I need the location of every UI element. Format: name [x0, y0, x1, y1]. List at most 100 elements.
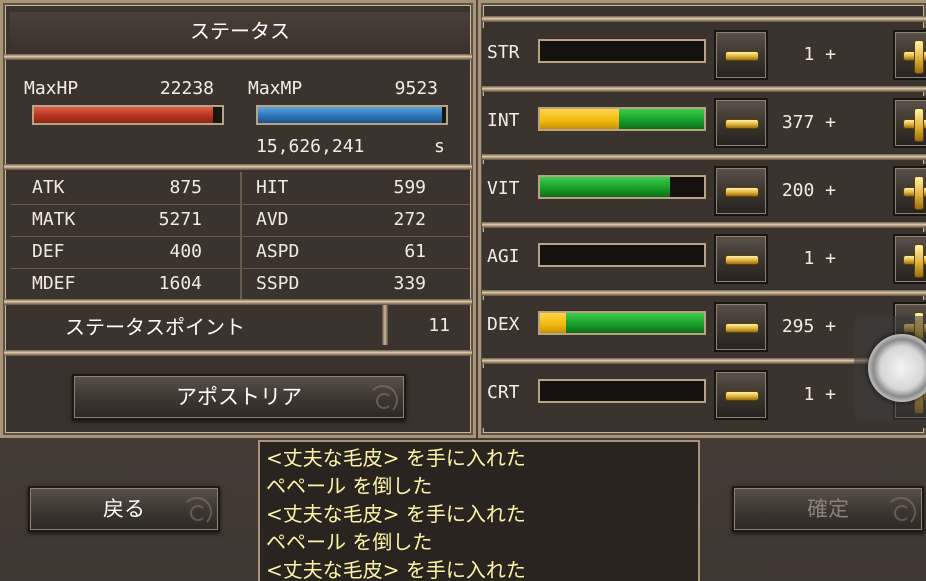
decrease-crt-button[interactable] — [714, 370, 768, 420]
attribute-bar-fill-green — [540, 177, 670, 197]
divider — [4, 350, 472, 356]
exp-value: 15,626,241 — [256, 136, 365, 157]
swirl-ornament-icon — [894, 505, 910, 521]
divider — [4, 54, 472, 60]
attribute-value: 1 + — [803, 44, 836, 65]
hp-bar — [32, 105, 224, 125]
exp-unit: s — [434, 136, 445, 157]
status-points-label: ステータスポイント — [65, 315, 245, 339]
stat-value: 61 — [404, 241, 426, 262]
attribute-value: 295 + — [781, 316, 836, 337]
back-button[interactable]: 戻る — [28, 486, 220, 532]
attribute-value: 377 + — [781, 112, 836, 133]
confirm-button[interactable]: 確定 — [732, 486, 924, 532]
divider — [482, 290, 926, 296]
increase-vit-button[interactable] — [893, 166, 926, 216]
minus-icon — [725, 255, 759, 265]
increase-int-button[interactable] — [893, 98, 926, 148]
plus-icon — [914, 176, 924, 210]
stat-label: MDEF — [32, 273, 76, 294]
mp-bar — [256, 105, 448, 125]
decrease-str-button[interactable] — [714, 30, 768, 80]
attribute-bar — [538, 39, 706, 63]
maxmp-label: MaxMP — [248, 78, 303, 99]
stat-value: 599 — [393, 177, 426, 198]
stat-label: AVD — [256, 209, 289, 230]
attribute-row-str: STR 1 + — [482, 28, 926, 88]
divider — [482, 86, 926, 92]
swirl-ornament-icon — [190, 505, 206, 521]
stat-value: 272 — [393, 209, 426, 230]
attribute-name: CRT — [487, 382, 520, 403]
attribute-row-vit: VIT 200 + — [482, 164, 926, 224]
divider — [482, 222, 926, 228]
attribute-bar-fill-green — [618, 109, 704, 129]
hp-bar-fill — [34, 107, 213, 123]
minus-icon — [725, 119, 759, 129]
minus-icon — [725, 51, 759, 61]
divider — [482, 16, 926, 22]
stats-grid: ATK 875 HIT 599 MATK 5271 AVD 272 DEF 40… — [10, 172, 470, 300]
stat-label: DEF — [32, 241, 65, 262]
maxhp-value: 22238 — [159, 78, 214, 99]
status-points: ステータスポイント 11 — [10, 305, 470, 345]
attribute-bar-fill-green — [566, 313, 704, 333]
attribute-bar-fill-yellow — [540, 313, 567, 333]
stat-label: HIT — [256, 177, 289, 198]
increase-str-button[interactable] — [893, 30, 926, 80]
minus-icon — [725, 187, 759, 197]
decrease-agi-button[interactable] — [714, 234, 768, 284]
status-screen: ステータス MaxHP 22238 MaxMP 9523 15,626,241 … — [0, 0, 926, 581]
stat-value: 5271 — [158, 209, 202, 230]
joystick-knob-icon[interactable] — [868, 334, 926, 402]
stat-value: 1604 — [158, 273, 202, 294]
message-log[interactable]: <丈夫な毛皮> を手に入れた ペペール を倒した <丈夫な毛皮> を手に入れた … — [258, 440, 700, 581]
minus-icon — [725, 323, 759, 333]
increase-agi-button[interactable] — [893, 234, 926, 284]
attribute-bar-fill-yellow — [540, 109, 619, 129]
attribute-row-int: INT 377 + — [482, 96, 926, 156]
stat-label: ASPD — [256, 241, 300, 262]
stat-label: ATK — [32, 177, 65, 198]
confirm-button-label: 確定 — [807, 497, 849, 521]
class-button[interactable]: アポストリア — [72, 374, 406, 420]
stats-row: ATK 875 HIT 599 — [10, 172, 470, 205]
attribute-value: 1 + — [803, 248, 836, 269]
stats-row: DEF 400 ASPD 61 — [10, 236, 470, 269]
stat-value: 875 — [169, 177, 202, 198]
minus-icon — [725, 391, 759, 401]
stat-value: 339 — [393, 273, 426, 294]
attribute-name: INT — [487, 110, 520, 131]
stat-label: MATK — [32, 209, 76, 230]
divider — [482, 154, 926, 160]
virtual-joystick[interactable] — [854, 316, 926, 420]
decrease-int-button[interactable] — [714, 98, 768, 148]
divider — [382, 305, 388, 345]
attribute-name: AGI — [487, 246, 520, 267]
attribute-row-agi: AGI 1 + — [482, 232, 926, 292]
stats-row: MATK 5271 AVD 272 — [10, 204, 470, 237]
stats-row: MDEF 1604 SSPD 339 — [10, 268, 470, 300]
log-line: <丈夫な毛皮> を手に入れた — [266, 502, 526, 526]
status-title: ステータス — [10, 12, 470, 50]
attribute-value: 1 + — [803, 384, 836, 405]
attribute-bar — [538, 311, 706, 335]
class-button-label: アポストリア — [176, 385, 302, 409]
attribute-value: 200 + — [781, 180, 836, 201]
decrease-vit-button[interactable] — [714, 166, 768, 216]
stat-value: 400 — [169, 241, 202, 262]
log-line: ペペール を倒した — [266, 530, 433, 554]
decrease-dex-button[interactable] — [714, 302, 768, 352]
status-points-value: 11 — [428, 315, 450, 336]
attribute-name: VIT — [487, 178, 520, 199]
maxhp-label: MaxHP — [24, 78, 79, 99]
plus-icon — [914, 108, 924, 142]
attribute-bar — [538, 175, 706, 199]
hp-mp-section: MaxHP 22238 MaxMP 9523 15,626,241 s — [10, 68, 470, 163]
mp-bar-fill — [258, 107, 443, 123]
attribute-name: STR — [487, 42, 520, 63]
attribute-bar — [538, 107, 706, 131]
attribute-bar — [538, 243, 706, 267]
log-line: <丈夫な毛皮> を手に入れた — [266, 446, 526, 470]
log-line: ペペール を倒した — [266, 474, 433, 498]
